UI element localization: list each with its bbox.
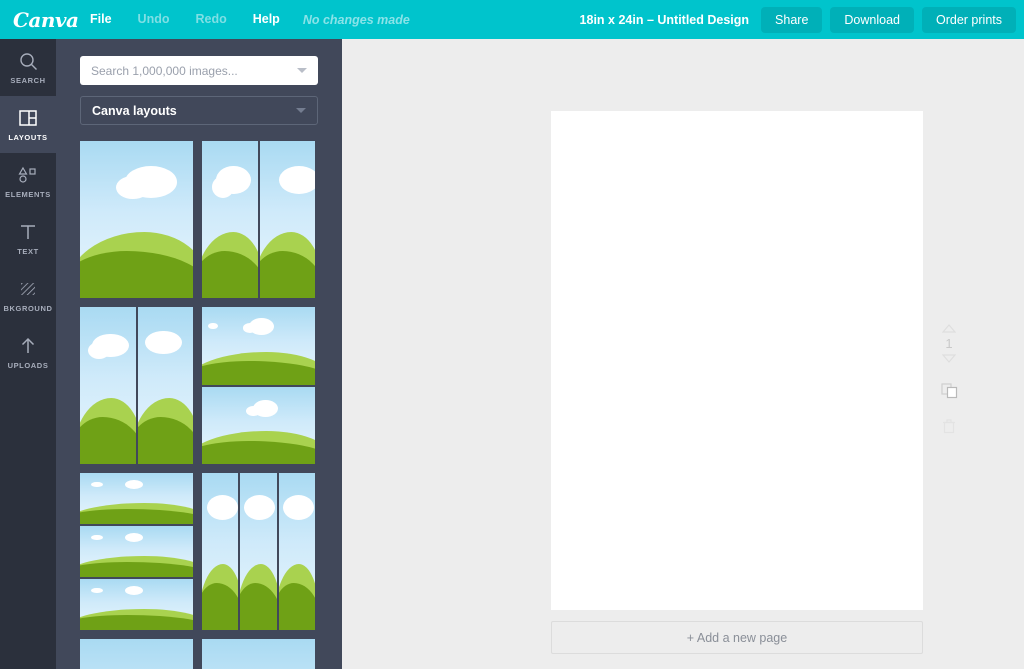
sidebar-item-elements[interactable]: ELEMENTS [0,153,56,210]
top-header-bar: Canva File Undo Redo Help No changes mad… [0,0,1024,39]
elements-icon [18,164,38,186]
layout-thumbnail[interactable] [202,639,315,669]
sidebar-item-background[interactable]: BKGROUND [0,267,56,324]
design-title: 18in x 24in – Untitled Design [579,12,750,27]
page-controls: 1 [934,324,964,434]
sidebar-item-uploads[interactable]: UPLOADS [0,324,56,381]
layout-thumbnail[interactable] [202,307,315,464]
layout-thumbnail[interactable] [80,141,193,298]
layout-thumbnail[interactable] [80,639,193,669]
menu-item-undo[interactable]: Undo [125,0,183,39]
sidebar-item-label: SEARCH [10,76,46,85]
layout-row [80,141,326,298]
chevron-down-icon[interactable] [296,108,306,113]
layout-row [80,307,326,464]
sidebar-item-label: UPLOADS [7,361,49,370]
layout-thumbnail[interactable] [80,473,193,630]
page-number: 1 [945,336,953,351]
add-new-page-button[interactable]: + Add a new page [551,621,923,654]
header-actions: 18in x 24in – Untitled Design Share Down… [580,0,1024,39]
sidebar-icon-rail: SEARCH LAYOUTS ELEMENTS TEXT BKGROUND UP… [0,39,56,669]
layout-thumbnail[interactable] [80,307,193,464]
save-status-text: No changes made [302,12,410,27]
duplicate-page-icon[interactable] [940,383,958,399]
search-input[interactable] [91,63,286,78]
layouts-icon [19,107,37,129]
sidebar-item-label: BKGROUND [3,304,53,313]
layout-row [80,639,326,669]
sidebar-item-text[interactable]: TEXT [0,210,56,267]
layout-thumbnail[interactable] [202,473,315,630]
text-icon [19,221,37,243]
layouts-panel: Canva layouts [56,39,342,669]
upload-icon [19,335,37,357]
move-page-down-icon[interactable] [942,354,956,363]
menu-item-redo[interactable]: Redo [182,0,239,39]
canvas-workspace: 1 + Add a new page [342,39,1024,669]
layout-category-label: Canva layouts [92,103,177,118]
sidebar-item-label: LAYOUTS [8,133,48,142]
canva-logo[interactable]: Canva [13,10,79,30]
layout-category-select[interactable]: Canva layouts [80,96,318,125]
chevron-down-icon[interactable] [297,68,307,73]
menu-item-help[interactable]: Help [240,0,293,39]
sidebar-item-search[interactable]: SEARCH [0,39,56,96]
download-button[interactable]: Download [830,6,914,33]
order-prints-button[interactable]: Order prints [922,6,1016,33]
background-icon [19,278,37,300]
move-page-up-icon[interactable] [942,324,956,333]
canva-editor: Canva File Undo Redo Help No changes mad… [0,0,1024,669]
sidebar-item-layouts[interactable]: LAYOUTS [0,96,56,153]
delete-page-icon[interactable] [942,419,956,434]
menu-item-file[interactable]: File [77,0,125,39]
design-page[interactable] [551,111,923,610]
share-button[interactable]: Share [761,6,823,33]
sidebar-item-label: ELEMENTS [5,190,51,199]
layout-thumbnail-grid [80,141,326,669]
sidebar-item-label: TEXT [17,247,39,256]
search-icon [19,50,38,72]
layout-thumbnail[interactable] [202,141,315,298]
search-box[interactable] [80,56,318,85]
layout-row [80,473,326,630]
